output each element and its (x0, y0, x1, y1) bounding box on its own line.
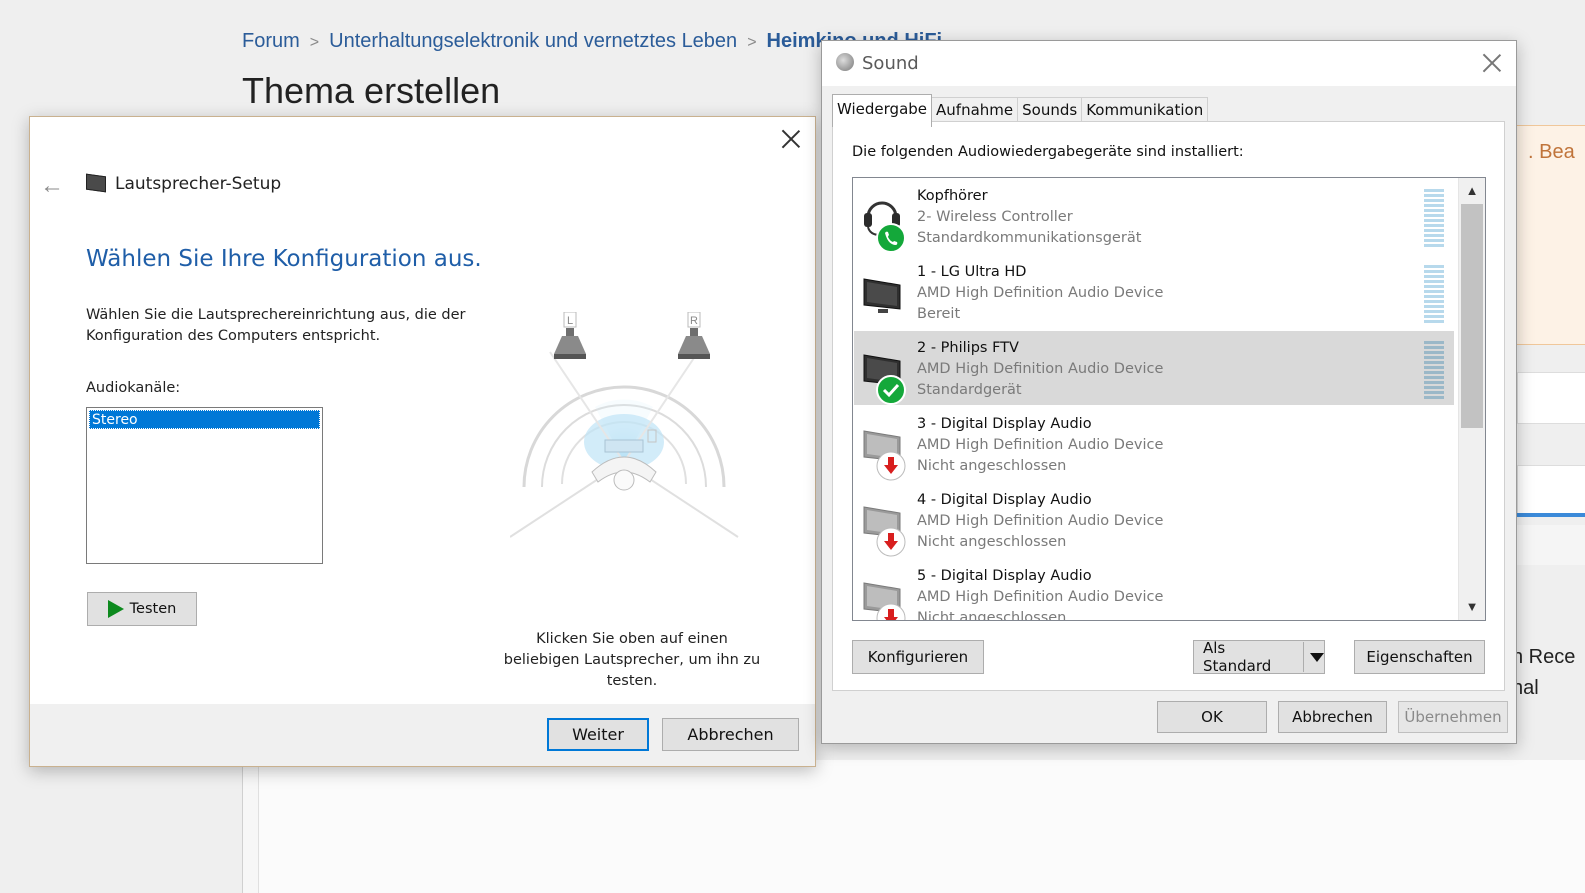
tab-sounds[interactable]: Sounds (1017, 97, 1083, 124)
speaker-setup-window: ← Lautsprecher-Setup Wählen Sie Ihre Kon… (29, 116, 816, 767)
window-title: Sound (862, 53, 919, 74)
left-speaker-label: L (567, 315, 573, 327)
test-hint-text: Klicken Sie oben auf einen beliebigen La… (503, 631, 761, 689)
device-list[interactable]: Kopfhörer 2- Wireless Controller Standar… (852, 177, 1486, 621)
device-row[interactable]: 3 - Digital Display Audio AMD High Defin… (854, 407, 1454, 481)
monitor-icon (863, 278, 901, 313)
device-description: AMD High Definition Audio Device (917, 361, 1164, 377)
device-row[interactable]: 5 - Digital Display Audio AMD High Defin… (854, 559, 1454, 621)
disconnected-badge-icon (876, 603, 906, 620)
device-row[interactable]: Kopfhörer 2- Wireless Controller Standar… (854, 179, 1454, 253)
chevron-right-icon: > (747, 34, 757, 51)
disconnected-badge-icon (876, 527, 906, 557)
chevron-right-icon: > (309, 34, 320, 51)
device-status: Nicht angeschlossen (917, 534, 1067, 550)
form-field[interactable] (1517, 465, 1585, 517)
device-description: AMD High Definition Audio Device (917, 589, 1164, 605)
volume-meter (1424, 265, 1444, 323)
next-button[interactable]: Weiter (547, 718, 649, 751)
test-button-label: Testen (129, 601, 177, 617)
volume-meter (1424, 341, 1444, 399)
cancel-button[interactable]: Abbrechen (1278, 701, 1387, 733)
page-title: Thema erstellen (242, 70, 501, 111)
scroll-up-icon[interactable]: ▲ (1459, 180, 1485, 202)
device-status: Standardgerät (917, 382, 1022, 398)
focus-underline (1517, 513, 1585, 517)
device-description: 2- Wireless Controller (917, 209, 1073, 225)
window-title: Lautsprecher-Setup (115, 174, 282, 194)
device-description: AMD High Definition Audio Device (917, 285, 1164, 301)
ok-button[interactable]: OK (1157, 701, 1267, 733)
device-name: 2 - Philips FTV (917, 340, 1019, 356)
tab-kommunikation[interactable]: Kommunikation (1081, 97, 1209, 124)
sound-window: Sound Wiedergabe Aufnahme Sounds Kommuni… (821, 40, 1517, 744)
page-heading: Wählen Sie Ihre Konfiguration aus. (86, 246, 482, 272)
back-arrow-icon[interactable]: ← (40, 172, 64, 200)
editor-body[interactable] (258, 760, 1585, 893)
speaker-diagram: L R (510, 312, 739, 538)
device-name: 1 - LG Ultra HD (917, 264, 1027, 280)
phone-badge-icon (876, 223, 906, 253)
device-row-selected[interactable]: 2 - Philips FTV AMD High Definition Audi… (854, 331, 1454, 405)
vertical-scrollbar[interactable]: ▲ ▼ (1458, 178, 1485, 620)
breadcrumb-forum[interactable]: Forum (242, 30, 300, 52)
close-icon[interactable] (1482, 53, 1502, 73)
list-item-stereo[interactable]: Stereo (89, 410, 320, 429)
device-description: AMD High Definition Audio Device (917, 513, 1164, 529)
device-name: 3 - Digital Display Audio (917, 416, 1092, 432)
post-text-fragment: n Rece (1512, 646, 1576, 668)
close-icon[interactable] (781, 129, 801, 149)
speaker-icon (836, 53, 854, 71)
split-divider (1303, 642, 1304, 672)
apply-button[interactable]: Übernehmen (1398, 701, 1508, 733)
audio-channels-label: Audiokanäle: (86, 380, 181, 396)
dropdown-arrow-icon[interactable] (1310, 652, 1324, 662)
device-status: Bereit (917, 306, 961, 322)
set-default-button[interactable]: Als Standard (1193, 639, 1325, 675)
description-text: Wählen Sie die Lautsprechereinrichtung a… (86, 307, 466, 344)
device-description: AMD High Definition Audio Device (917, 437, 1164, 453)
notice-text: . Bea (1528, 141, 1575, 163)
audio-channels-listbox[interactable]: Stereo (86, 407, 323, 564)
play-icon (107, 600, 124, 618)
device-row[interactable]: 4 - Digital Display Audio AMD High Defin… (854, 483, 1454, 557)
playback-panel: Die folgenden Audiowiedergabegeräte sind… (832, 121, 1505, 691)
right-speaker-label: R (690, 315, 698, 327)
editor-toolbar (1517, 525, 1585, 565)
properties-button[interactable]: Eigenschaften (1354, 640, 1485, 674)
speaker-setup-icon (86, 173, 106, 193)
breadcrumb-category[interactable]: Unterhaltungselektronik und vernetztes L… (329, 30, 737, 52)
disconnected-badge-icon (876, 451, 906, 481)
set-default-label: Als Standard (1203, 639, 1272, 675)
tab-wiedergabe[interactable]: Wiedergabe (832, 94, 933, 127)
tab-aufnahme[interactable]: Aufnahme (931, 97, 1019, 124)
panel-caption: Die folgenden Audiowiedergabegeräte sind… (852, 144, 1244, 160)
device-status: Standardkommunikationsgerät (917, 230, 1142, 246)
scroll-thumb[interactable] (1461, 204, 1483, 428)
cancel-button[interactable]: Abbrechen (662, 718, 799, 751)
device-status: Nicht angeschlossen (917, 610, 1067, 621)
device-name: 4 - Digital Display Audio (917, 492, 1092, 508)
title-bar[interactable]: Sound (822, 41, 1516, 86)
volume-meter (1424, 189, 1444, 247)
device-name: Kopfhörer (917, 188, 988, 204)
device-name: 5 - Digital Display Audio (917, 568, 1092, 584)
device-status: Nicht angeschlossen (917, 458, 1067, 474)
scroll-down-icon[interactable]: ▼ (1459, 596, 1485, 618)
device-row[interactable]: 1 - LG Ultra HD AMD High Definition Audi… (854, 255, 1454, 329)
form-field[interactable] (1517, 372, 1585, 424)
test-button[interactable]: Testen (87, 592, 197, 626)
tab-bar: Wiedergabe Aufnahme Sounds Kommunikation (832, 94, 1209, 127)
configure-button[interactable]: Konfigurieren (852, 640, 984, 674)
checkmark-badge-icon (876, 375, 906, 405)
